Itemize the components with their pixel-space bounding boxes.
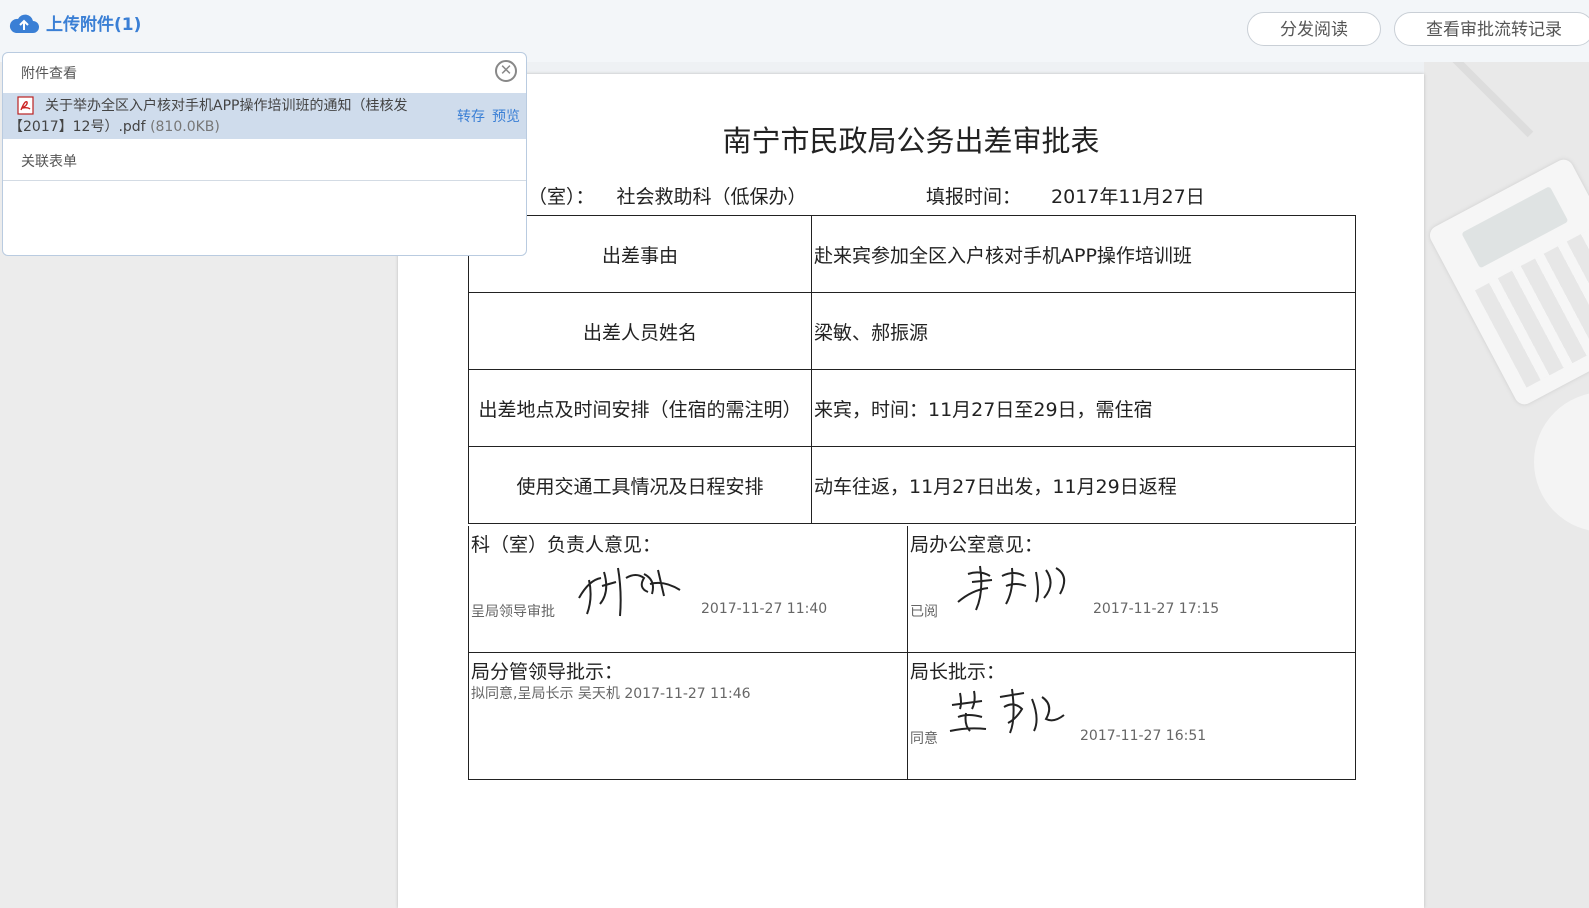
distribute-read-button[interactable]: 分发阅读 (1247, 12, 1381, 46)
save-to-link[interactable]: 转存 (457, 106, 485, 126)
opinion-note: 已阅 (910, 604, 938, 620)
fill-time-line: 填报时间： 2017年11月27日 (926, 182, 1205, 209)
leader-opinion: 局分管领导批示： 拟同意,呈局长示 吴天机 2017-11-27 11:46 (469, 653, 908, 779)
department-label: （室）： (528, 186, 595, 208)
preview-link[interactable]: 预览 (492, 106, 520, 126)
row-value: 来宾，时间：11月27日至29日，需住宿 (811, 369, 1356, 447)
approval-document: 南宁市民政局公务出差审批表 （室）： 社会救助科（低保办） 填报时间： 2017年1… (398, 74, 1424, 908)
upload-attachment-label: 上传附件(1) (46, 15, 142, 35)
fill-time-value: 2017年11月27日 (1051, 186, 1205, 208)
plate-decoration (1534, 392, 1589, 532)
opinion-title: 局长批示： (910, 661, 1006, 683)
row-label: 出差地点及时间安排（住宿的需注明） (468, 369, 812, 447)
director-opinion: 局长批示： 同意 2017-11-27 16:51 (908, 653, 1355, 779)
attachment-file-row[interactable]: 关于举办全区入户核对手机APP操作培训班的通知（桂核发【2017】12号）.pd… (3, 93, 526, 139)
opinions-grid: 科（室）负责人意见： 呈局领导审批 2017-11-27 11:40 局办公室意… (468, 526, 1356, 780)
opinion-note: 拟同意,呈局长示 吴天机 2017-11-27 11:46 (471, 686, 751, 702)
popup-divider (3, 180, 526, 181)
row-value: 梁敏、郝振源 (811, 292, 1356, 370)
opinion-time: 2017-11-27 11:40 (701, 601, 828, 617)
trip-detail-table: 出差事由 赴来宾参加全区入户核对手机APP操作培训班 出差人员姓名 梁敏、郝振源… (468, 215, 1356, 524)
table-row: 使用交通工具情况及日程安排 动车往返，11月27日出发，11月29日返程 (468, 446, 1356, 524)
table-row: 出差人员姓名 梁敏、郝振源 (468, 292, 1356, 370)
cloud-upload-icon (9, 14, 40, 33)
opinion-note: 同意 (910, 731, 938, 747)
popup-title: 附件查看 (21, 66, 77, 82)
row-label: 使用交通工具情况及日程安排 (468, 446, 812, 524)
attachment-popup: 附件查看 ✕ 关于举办全区入户核对手机APP操作培训班的通知（桂核发【2017】… (2, 52, 527, 256)
upload-attachment-button[interactable]: 上传附件(1) (8, 10, 141, 35)
opinion-title: 局分管领导批示： (471, 661, 624, 683)
table-row: 出差地点及时间安排（住宿的需注明） 来宾，时间：11月27日至29日，需住宿 (468, 369, 1356, 447)
row-label: 出差人员姓名 (468, 292, 812, 370)
opinion-note: 呈局领导审批 (471, 604, 555, 620)
pen-decoration (1442, 62, 1534, 138)
calculator-decoration (1426, 156, 1589, 408)
table-row: 出差事由 赴来宾参加全区入户核对手机APP操作培训班 (468, 215, 1356, 293)
opinion-time: 2017-11-27 17:15 (1093, 601, 1220, 617)
department-line: （室）： 社会救助科（低保办） (528, 182, 807, 209)
document-title: 南宁市民政局公务出差审批表 (722, 124, 1100, 158)
section-head-opinion: 科（室）负责人意见： 呈局领导审批 2017-11-27 11:40 (469, 526, 908, 653)
attachment-file-name: 关于举办全区入户核对手机APP操作培训班的通知（桂核发【2017】12号）.pd… (9, 96, 439, 138)
opinion-title: 科（室）负责人意见： (471, 534, 662, 556)
row-value: 动车往返，11月27日出发，11月29日返程 (811, 446, 1356, 524)
view-approval-flow-button[interactable]: 查看审批流转记录 (1394, 12, 1589, 46)
office-opinion: 局办公室意见： 已阅 2017-11-27 17:15 (908, 526, 1355, 653)
handwritten-signature (957, 565, 1066, 611)
handwritten-signature (949, 688, 1065, 734)
file-size-text: (810.0KB) (150, 119, 220, 135)
department-value: 社会救助科（低保办） (616, 186, 807, 208)
fill-time-label: 填报时间： (926, 186, 1022, 208)
handwritten-signature (578, 567, 681, 617)
related-form-label: 关联表单 (21, 154, 77, 170)
close-icon[interactable]: ✕ (495, 60, 517, 82)
opinion-title: 局办公室意见： (910, 534, 1044, 556)
row-value: 赴来宾参加全区入户核对手机APP操作培训班 (811, 215, 1356, 293)
opinion-time: 2017-11-27 16:51 (1080, 728, 1207, 744)
desk-background (1424, 62, 1589, 908)
